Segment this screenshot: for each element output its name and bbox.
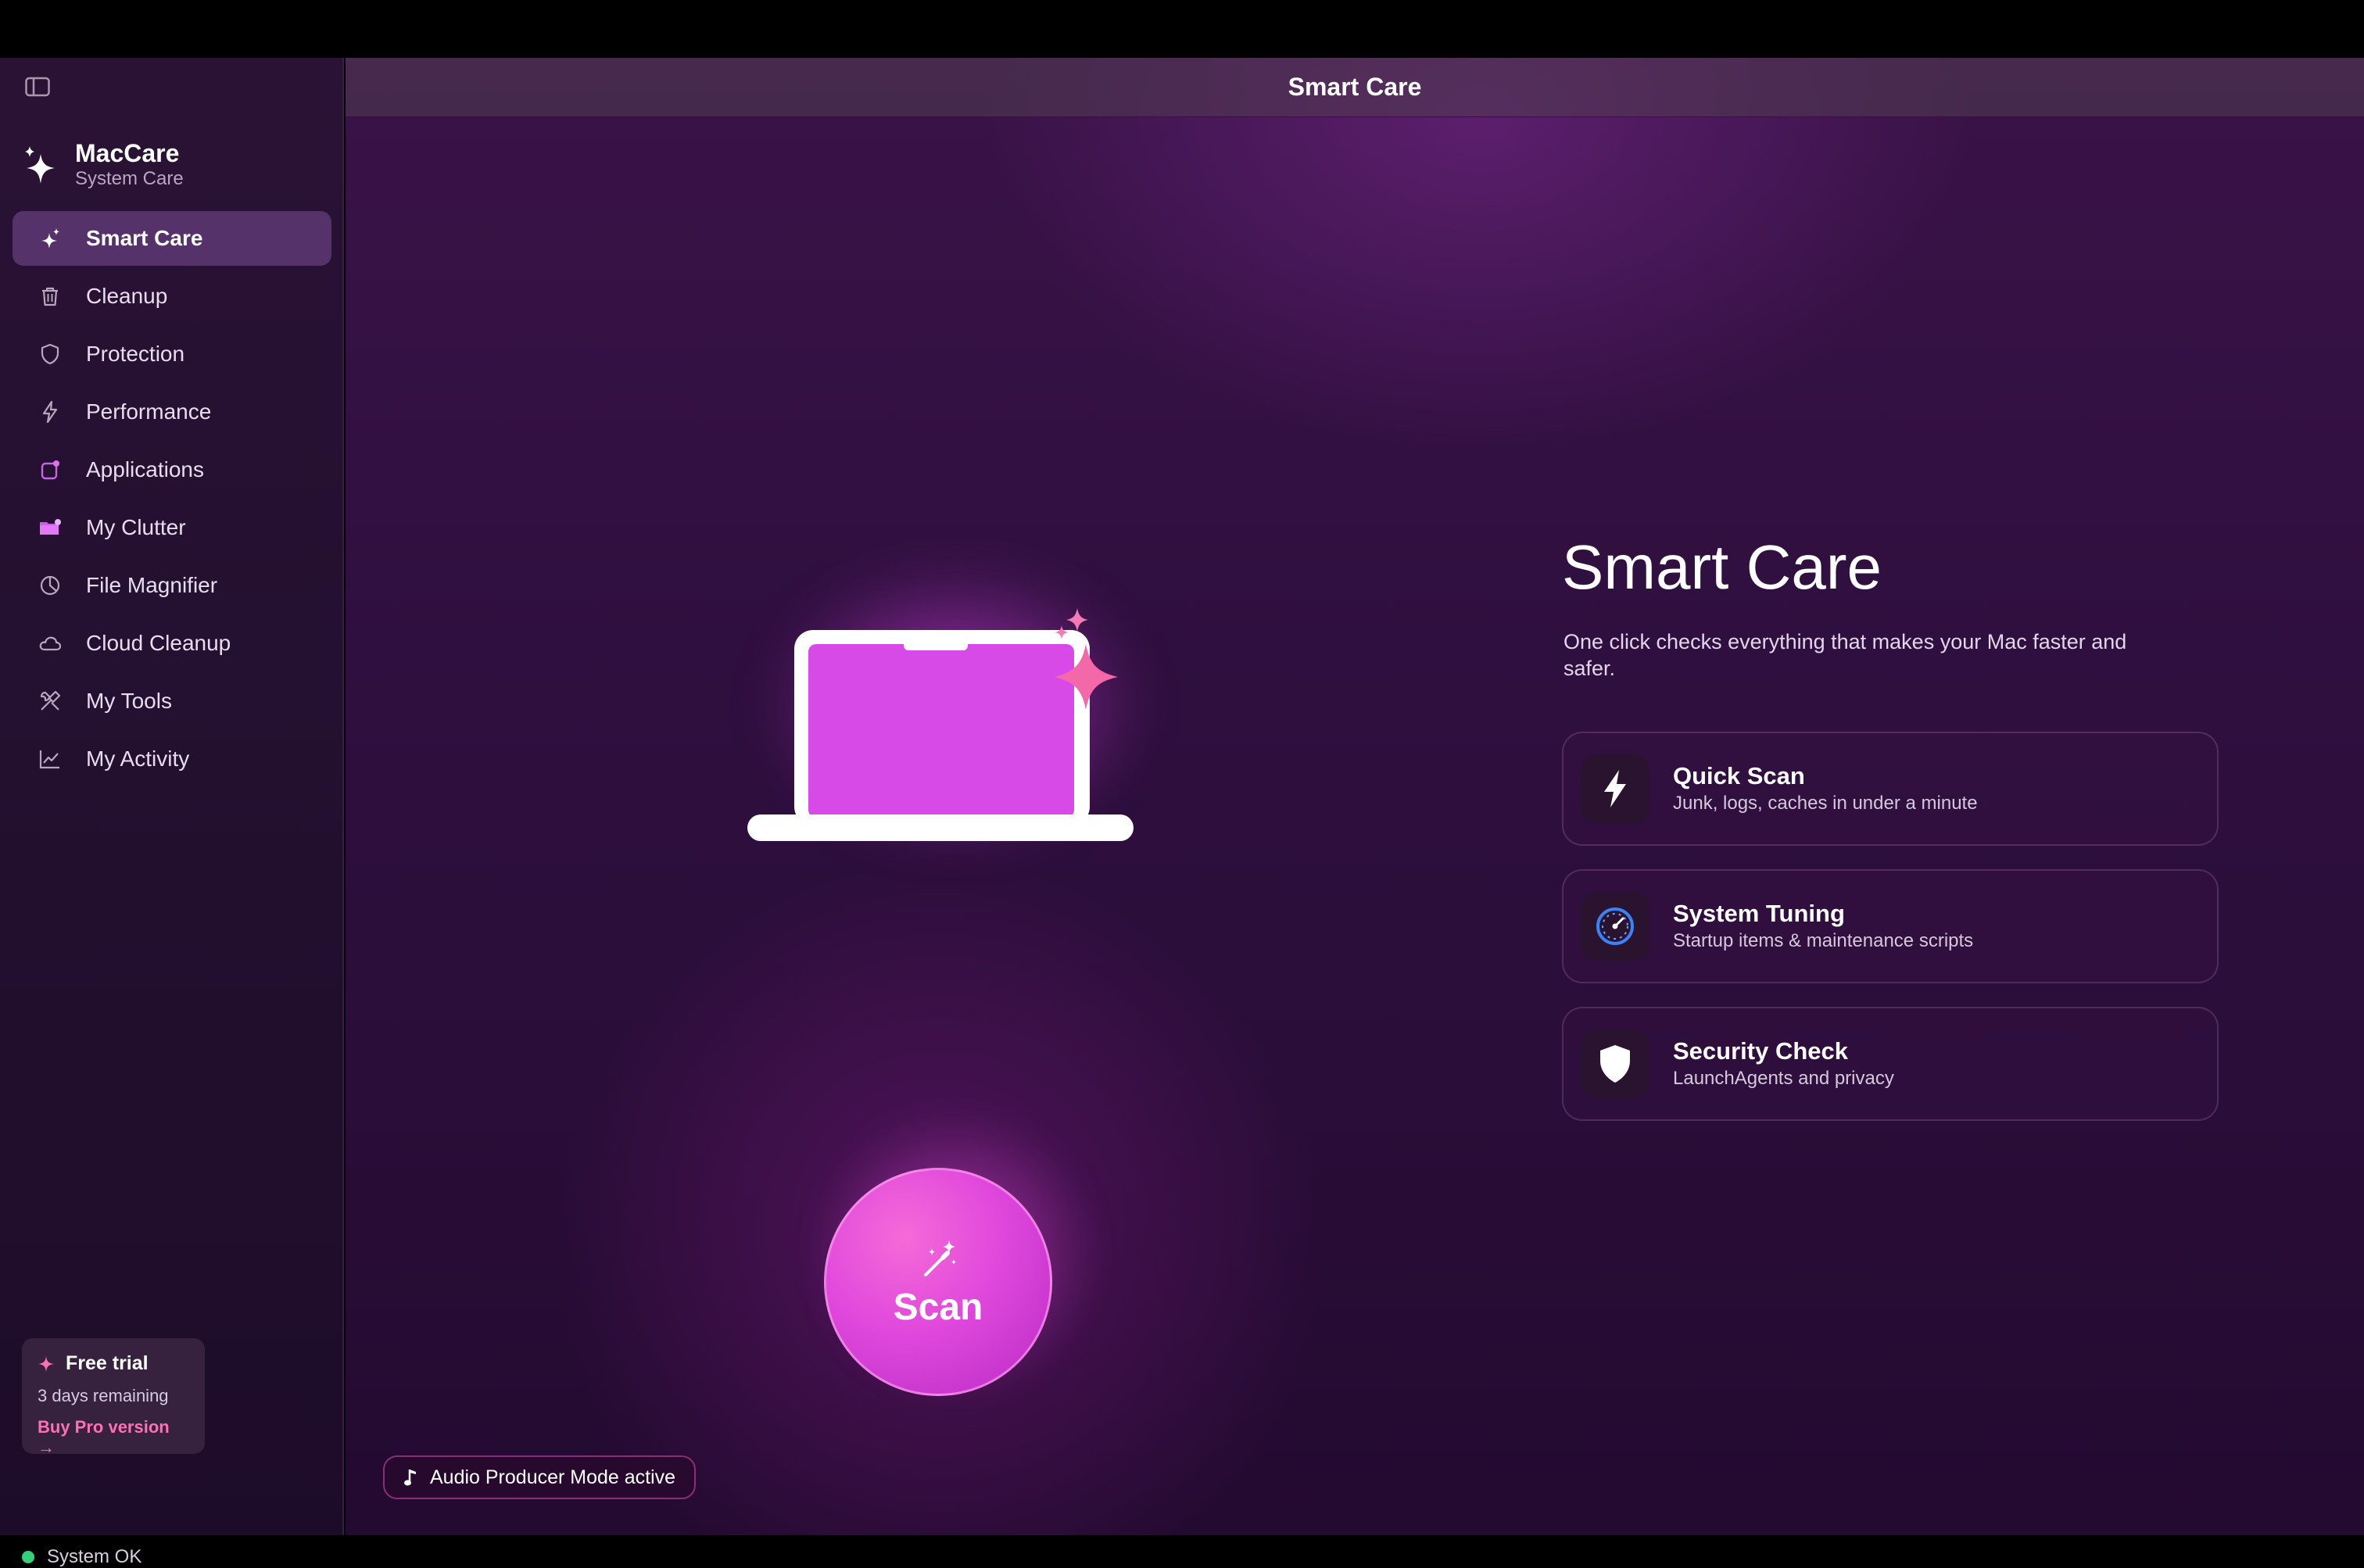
- sidebar-toggle-icon[interactable]: [25, 77, 50, 97]
- feature-title: Quick Scan: [1673, 762, 1805, 789]
- feature-subtitle: Startup items & maintenance scripts: [1673, 930, 1974, 951]
- music-note-icon: [404, 1470, 416, 1486]
- feature-quick-scan[interactable]: Quick Scan Junk, logs, caches in under a…: [1562, 732, 2219, 846]
- gauge-icon: [1581, 892, 1649, 961]
- app-icon: [38, 457, 63, 482]
- sparkle-icon: [38, 226, 63, 251]
- pie-chart-icon: [38, 573, 63, 598]
- magic-wand-icon: [924, 1240, 956, 1276]
- sparkle-logo-icon: [22, 143, 59, 187]
- app-name: MacCare: [75, 139, 180, 167]
- shield-icon: [38, 342, 63, 367]
- bolt-icon: [38, 399, 63, 424]
- tools-icon: [38, 689, 63, 714]
- shield-icon: [1581, 1029, 1649, 1098]
- menu-bar: [0, 0, 2364, 58]
- feature-subtitle: Junk, logs, caches in under a minute: [1673, 793, 1978, 814]
- sidebar-item-label: File Magnifier: [86, 573, 218, 597]
- trial-remaining: 3 days remaining: [38, 1386, 169, 1405]
- status-text: System OK: [47, 1546, 142, 1567]
- feature-title: Security Check: [1673, 1037, 1848, 1065]
- feature-system-tuning[interactable]: System Tuning Startup items & maintenanc…: [1562, 869, 2219, 983]
- scan-button[interactable]: Scan: [824, 1168, 1052, 1396]
- scan-label: Scan: [893, 1286, 983, 1328]
- sidebar-item-my-activity[interactable]: My Activity: [13, 732, 331, 786]
- sidebar-item-label: My Tools: [86, 689, 172, 713]
- sidebar-item-protection[interactable]: Protection: [13, 327, 331, 381]
- page-title: Smart Care: [346, 58, 2364, 117]
- sidebar-item-label: Applications: [86, 457, 204, 481]
- app-subtitle: System Care: [75, 168, 184, 189]
- system-status: System OK: [22, 1546, 141, 1568]
- feature-security-check[interactable]: Security Check LaunchAgents and privacy: [1562, 1007, 2219, 1121]
- cloud-icon: [38, 631, 63, 656]
- folder-icon: [38, 515, 63, 540]
- laptop-icon: [747, 608, 1134, 841]
- feature-title: System Tuning: [1673, 900, 1845, 927]
- main-content: Smart Care Smart Care One click checks e…: [346, 58, 2364, 1535]
- sidebar-item-label: Protection: [86, 342, 185, 366]
- sidebar-item-cleanup[interactable]: Cleanup: [13, 269, 331, 324]
- bolt-icon: [1581, 754, 1649, 823]
- buy-pro-link[interactable]: Buy Pro version →: [38, 1417, 189, 1458]
- sidebar-item-label: Smart Care: [86, 226, 203, 250]
- mode-pill-text: Audio Producer Mode active: [430, 1466, 676, 1488]
- sidebar: MacCare System Care Smart Care Cleanup P…: [0, 58, 344, 1567]
- trial-title: Free trial: [38, 1352, 189, 1375]
- sidebar-item-label: Cleanup: [86, 284, 168, 308]
- laptop-illustration: [736, 527, 1174, 886]
- brand: MacCare System Care: [22, 138, 184, 192]
- activity-chart-icon: [38, 746, 63, 771]
- sidebar-nav: Smart Care Cleanup Protection Performanc…: [13, 211, 331, 789]
- sidebar-item-my-tools[interactable]: My Tools: [13, 674, 331, 729]
- sidebar-item-label: My Activity: [86, 746, 190, 771]
- sidebar-item-performance[interactable]: Performance: [13, 385, 331, 439]
- sidebar-item-cloud-cleanup[interactable]: Cloud Cleanup: [13, 616, 331, 671]
- hero-title: Smart Care: [1562, 532, 1882, 602]
- sparkle-icon: [38, 1355, 54, 1372]
- sidebar-item-my-clutter[interactable]: My Clutter: [13, 500, 331, 555]
- sidebar-item-label: Cloud Cleanup: [86, 631, 231, 655]
- trial-title-text: Free trial: [66, 1352, 149, 1374]
- sidebar-item-label: My Clutter: [86, 515, 186, 539]
- trial-card: Free trial 3 days remaining Buy Pro vers…: [22, 1338, 205, 1457]
- trash-icon: [38, 284, 63, 309]
- hero-description: One click checks everything that makes y…: [1563, 630, 2127, 680]
- sidebar-item-label: Performance: [86, 399, 212, 424]
- sidebar-item-smart-care[interactable]: Smart Care: [13, 211, 331, 266]
- sidebar-item-applications[interactable]: Applications: [13, 442, 331, 497]
- sidebar-item-file-magnifier[interactable]: File Magnifier: [13, 558, 331, 613]
- audio-producer-mode-pill[interactable]: Audio Producer Mode active: [383, 1455, 697, 1499]
- feature-subtitle: LaunchAgents and privacy: [1673, 1068, 1894, 1089]
- status-dot: [22, 1551, 34, 1563]
